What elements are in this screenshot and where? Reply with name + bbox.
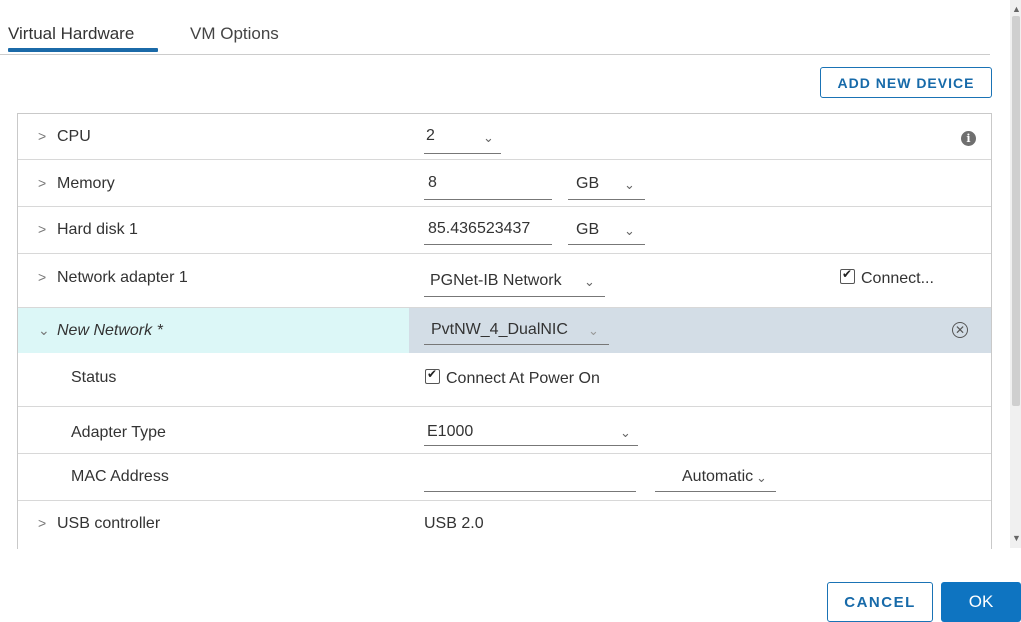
add-new-device-button[interactable]: ADD NEW DEVICE [820,67,992,98]
mac-address-mode-underline [655,491,776,492]
adapter-type-label: Adapter Type [71,424,166,441]
active-tab-indicator [8,48,158,52]
status-label: Status [71,369,117,386]
hard-disk-unit-select[interactable]: GB [576,221,599,239]
tab-vm-options[interactable]: VM Options [190,24,279,44]
mac-address-underline [424,491,636,492]
chevron-down-icon: ⌄ [483,130,494,145]
mac-address-mode-value: Automatic [682,468,754,485]
new-network-value: PvtNW_4_DualNIC [431,321,568,338]
mac-address-label: MAC Address [71,468,169,485]
usb-controller-row-toggle[interactable]: > USB controller [38,515,160,533]
chevron-right-icon: > [38,221,47,237]
network-adapter-underline [424,296,605,297]
cpu-row: > CPU 2 ⌄ i [18,114,991,160]
memory-unit-underline [568,199,645,200]
chevron-down-icon: ⌄ [38,322,50,338]
usb-controller-value: USB 2.0 [424,515,484,532]
tab-virtual-hardware[interactable]: Virtual Hardware [8,24,134,44]
adapter-type-value: E1000 [427,423,474,440]
hardware-table: > CPU 2 ⌄ i > Memory 8 GB ⌄ > Hard disk 1 8… [17,113,992,549]
chevron-right-icon: > [38,515,47,531]
chevron-down-icon: ⌄ [620,425,631,440]
network-adapter-value: PGNet-IB Network [430,272,562,289]
connect-checkbox[interactable]: Connect... [840,267,934,288]
chevron-down-icon: ⌄ [624,223,635,238]
cancel-button[interactable]: CANCEL [827,582,933,622]
network-adapter-label: Network adapter 1 [57,269,188,286]
cpu-count-select[interactable]: 2 [426,127,435,145]
memory-row-toggle[interactable]: > Memory [38,175,115,193]
adapter-type-row: Adapter Type E1000 ⌄ [18,407,991,454]
cpu-select-underline [424,153,501,154]
network-adapter-select[interactable]: PGNet-IB Network [430,272,562,290]
memory-unit-select[interactable]: GB [576,175,599,193]
scroll-down-arrow-icon[interactable]: ▼ [1012,533,1021,543]
tab-bar: Virtual Hardware VM Options [0,0,990,55]
mac-address-mode-select[interactable]: Automatic [682,468,753,486]
cpu-row-toggle[interactable]: > CPU [38,128,91,146]
memory-input-underline [424,199,552,200]
status-row: Status Connect At Power On [18,353,991,407]
connect-label: Connect... [861,270,934,287]
info-icon[interactable]: i [961,131,976,146]
chevron-right-icon: > [38,269,47,285]
network-adapter-row: > Network adapter 1 PGNet-IB Network ⌄ Co… [18,254,991,308]
new-network-label: New Network * [57,322,163,339]
cpu-label: CPU [57,128,91,145]
new-network-row-toggle[interactable]: ⌄ New Network * [38,322,163,340]
cpu-count-value: 2 [426,127,435,144]
scrollbar-thumb[interactable] [1012,16,1020,406]
new-network-row: ⌄ New Network * PvtNW_4_DualNIC ⌄ ✕ [18,308,991,353]
memory-input[interactable]: 8 [428,174,437,192]
usb-controller-row: > USB controller USB 2.0 [18,501,991,549]
mac-address-input[interactable] [427,468,627,486]
usb-controller-label: USB controller [57,515,161,532]
mac-address-row: MAC Address Automatic ⌄ [18,454,991,501]
chevron-down-icon: ⌄ [756,470,767,485]
hard-disk-input-underline [424,244,552,245]
memory-row: > Memory 8 GB ⌄ [18,160,991,207]
memory-label: Memory [57,175,115,192]
checkbox-checked-icon [425,367,440,384]
hard-disk-size-input[interactable]: 85.436523437 [428,220,530,238]
remove-icon[interactable]: ✕ [952,322,968,338]
hard-disk-unit-underline [568,244,645,245]
new-network-underline [424,344,609,345]
adapter-type-underline [424,445,638,446]
network-adapter-row-toggle[interactable]: > Network adapter 1 [38,269,188,287]
chevron-down-icon: ⌄ [588,323,599,338]
chevron-down-icon: ⌄ [624,177,635,192]
scroll-up-arrow-icon[interactable]: ▲ [1012,4,1021,14]
chevron-down-icon: ⌄ [584,274,595,289]
checkbox-checked-icon [840,267,855,284]
new-network-select[interactable]: PvtNW_4_DualNIC [431,321,568,339]
hard-disk-label: Hard disk 1 [57,221,138,238]
adapter-type-select[interactable]: E1000 [427,423,473,441]
hard-disk-row: > Hard disk 1 85.436523437 GB ⌄ [18,207,991,254]
chevron-right-icon: > [38,175,47,191]
connect-at-power-on-label: Connect At Power On [446,370,600,387]
chevron-right-icon: > [38,128,47,144]
ok-button[interactable]: OK [941,582,1021,622]
connect-at-power-on-checkbox[interactable]: Connect At Power On [425,367,600,388]
hard-disk-row-toggle[interactable]: > Hard disk 1 [38,221,138,239]
